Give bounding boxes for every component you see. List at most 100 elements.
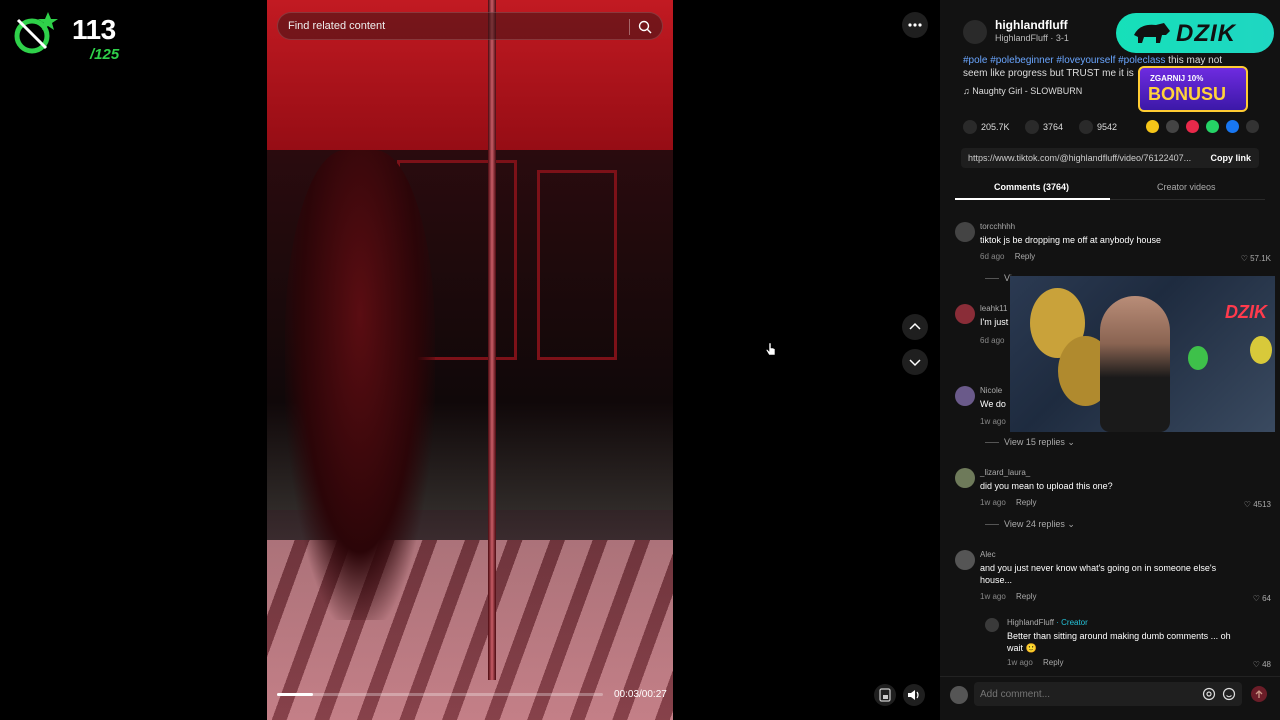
comment-count: 3764 [1043,122,1064,132]
comment-time: 1w ago [980,417,1006,426]
comment-like-count: 57.1K [1250,254,1271,263]
comment-button[interactable]: 3764 [1025,120,1063,134]
previous-video-button[interactable] [902,314,928,340]
author-avatar[interactable] [963,20,987,44]
hashtag[interactable]: #polebeginner [990,55,1053,66]
video-progress-bar[interactable] [277,693,603,696]
miniplayer-icon [879,688,891,702]
mouse-cursor-icon [766,342,776,356]
author-name[interactable]: highlandfluff [995,18,1068,32]
commenter-avatar[interactable] [955,222,975,242]
commenter-avatar[interactable] [955,468,975,488]
miniplayer-button[interactable] [874,684,896,706]
tab-creator-videos[interactable]: Creator videos [1157,182,1216,192]
copy-link-button[interactable]: Copy link [1210,153,1251,163]
active-tab-indicator [955,198,1110,200]
music-note-icon: ♫ [963,86,970,96]
comment-text: did you mean to upload this one? [980,481,1113,491]
video-link-url[interactable]: https://www.tiktok.com/@highlandfluff/vi… [968,153,1198,163]
facebook-icon[interactable] [1226,120,1239,133]
score-total: /125 [90,46,120,63]
save-button[interactable]: 9542 [1079,120,1117,134]
more-options-button[interactable] [902,12,928,38]
creator-avatar[interactable] [985,618,999,632]
emoji-icon[interactable] [1222,687,1236,701]
creator-reply-text: Better than sitting around making dumb c… [1007,631,1231,653]
commenter-name[interactable]: Alec [980,550,996,559]
score-counter: 113 /125 [10,8,130,63]
comment-like-count: 4513 [1253,500,1271,509]
next-video-button[interactable] [902,349,928,375]
comment-meta: 6d ago Reply [980,252,1035,261]
tab-comments[interactable]: Comments (3764) [994,182,1069,192]
comment-like-count: 48 [1262,660,1271,669]
reply-button[interactable]: Reply [1043,658,1063,667]
commenter-avatar[interactable] [955,550,975,570]
send-comment-button[interactable] [1251,686,1267,702]
bonus-ad-badge[interactable]: ZGARNIJ 10% BONUSU [1138,66,1248,112]
comment-like-button[interactable]: ♡ 57.1K [1241,254,1271,263]
video-pole [488,0,496,680]
like-button[interactable]: 205.7K [963,120,1010,134]
commenter-name[interactable]: _lizard_laura_ [980,468,1030,477]
creator-name[interactable]: HighlandFluff · Creator [1007,618,1088,627]
comment-like-button[interactable]: ♡ 4513 [1244,500,1271,509]
streamer-webcam: DZIK [1010,276,1275,432]
comment-time: 1w ago [1007,658,1033,667]
commenter-avatar[interactable] [955,386,975,406]
comment-like-button[interactable]: ♡ 48 [1253,660,1271,669]
video-link-box[interactable]: https://www.tiktok.com/@highlandfluff/vi… [961,148,1259,168]
chevron-up-icon [909,322,921,330]
volume-button[interactable] [903,684,925,706]
bonus-ad-bottom: BONUSU [1148,84,1227,104]
comment-like-button[interactable]: ♡ 64 [1253,594,1271,603]
video-progress-fill [277,693,313,696]
commenter-name[interactable]: torcchhhh [980,222,1015,231]
coin-icon[interactable] [1146,120,1159,133]
hashtag[interactable]: #pole [963,55,987,66]
volume-icon [908,690,919,700]
boar-logo-icon [1134,23,1170,43]
embed-icon[interactable] [1166,120,1179,133]
reply-button[interactable]: Reply [1016,592,1036,601]
commenter-name[interactable]: Nicole [980,386,1002,395]
webcam-brand: DZIK [1225,302,1267,322]
dzik-ad-banner[interactable]: DZIK [1116,13,1274,53]
comment-time: 1w ago [980,498,1006,507]
comment-meta: 6d ago [980,336,1004,345]
mention-icon[interactable] [1202,687,1216,701]
chevron-down-icon [909,359,921,367]
search-icon[interactable] [638,20,652,34]
comment-text: tiktok js be dropping me off at anybody … [980,235,1161,245]
comment-like-count: 64 [1262,594,1271,603]
hashtag[interactable]: #loveyourself [1056,55,1115,66]
arrow-up-icon [1255,690,1263,698]
music-info[interactable]: ♫ Naughty Girl - SLOWBURN [963,86,1082,96]
send-to-friends-icon[interactable] [1186,120,1199,133]
whatsapp-icon[interactable] [1206,120,1219,133]
creator-username: HighlandFluff [1007,618,1054,627]
reply-button[interactable]: Reply [1015,252,1035,261]
video-player[interactable]: Find related content 00:03/00:27 [267,0,673,720]
hashtag[interactable]: #poleclass [1118,55,1165,66]
bonus-ad-top: ZGARNIJ 10% [1150,74,1204,83]
video-time: 00:03/00:27 [614,689,667,700]
view-replies-button[interactable]: View 24 replies ⌄ [985,519,1075,530]
related-search-input[interactable]: Find related content [277,12,663,40]
video-window [537,170,617,360]
heart-icon [963,120,977,134]
like-count: 205.7K [981,122,1010,132]
comment-time: 6d ago [980,252,1005,261]
view-replies-button[interactable]: View 15 replies ⌄ [985,437,1075,448]
share-arrow-icon[interactable] [1246,120,1259,133]
comment-item: _lizard_laura_ did you mean to upload th… [955,468,1275,509]
comment-meta: 1w ago Reply [1007,658,1063,667]
music-title: Naughty Girl - SLOWBURN [972,86,1083,96]
comment-meta: 1w ago Reply [980,498,1036,507]
yellow-balloon [1250,336,1272,364]
video-figure [285,150,435,620]
commenter-name[interactable]: leahk11 [980,304,1007,313]
commenter-avatar[interactable] [955,304,975,324]
reply-button[interactable]: Reply [1016,498,1036,507]
current-user-avatar [950,686,968,704]
